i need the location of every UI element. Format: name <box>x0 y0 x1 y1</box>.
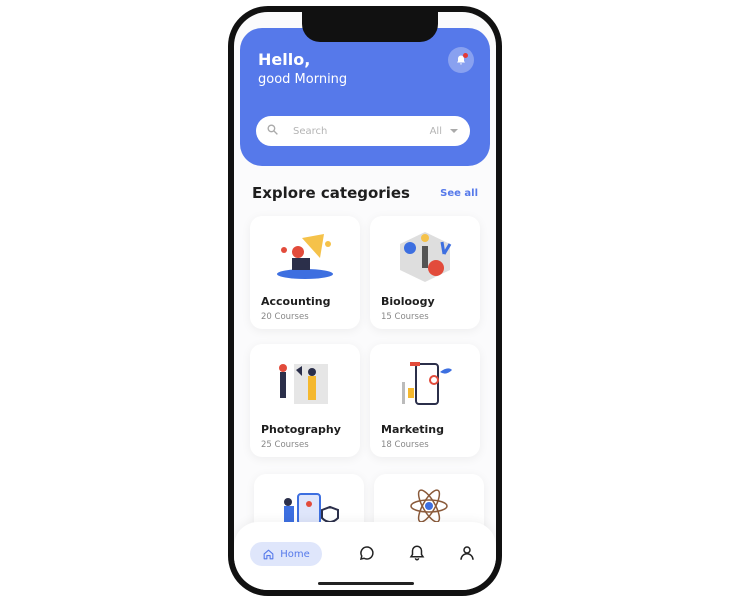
header: Hello, good Morning Search All <box>240 28 490 166</box>
category-count: 25 Courses <box>261 440 309 450</box>
search-icon <box>266 123 279 140</box>
profile-icon[interactable] <box>458 544 476 562</box>
nav-home-label: Home <box>280 548 310 560</box>
biology-illustration <box>400 232 452 282</box>
home-icon <box>263 549 274 559</box>
app-screen: Hello, good Morning Search All Explore c… <box>234 12 496 590</box>
category-title: Accounting <box>261 295 331 308</box>
category-title: Marketing <box>381 423 445 436</box>
category-count: 15 Courses <box>381 312 429 322</box>
search-bar[interactable]: Search All <box>256 116 470 146</box>
category-title: Photography <box>261 423 341 436</box>
filter-select[interactable]: All <box>430 126 442 137</box>
category-count: 20 Courses <box>261 312 309 322</box>
notification-dot <box>463 53 468 58</box>
section-title: Explore categories <box>252 184 410 202</box>
notch <box>302 12 438 42</box>
bell-icon[interactable] <box>408 544 426 562</box>
category-count: 18 Courses <box>381 440 429 450</box>
category-card-photography[interactable]: Photography 25 Courses <box>250 344 360 457</box>
accounting-illustration <box>277 234 333 279</box>
home-indicator <box>318 582 414 585</box>
category-card-biology[interactable]: Bioloogy 15 Courses <box>370 216 480 329</box>
chevron-down-icon[interactable] <box>450 129 458 133</box>
bottom-nav: Home <box>234 522 496 590</box>
category-title: Bioloogy <box>381 295 435 308</box>
subgreeting: good Morning <box>258 72 348 87</box>
marketing-illustration <box>402 362 452 405</box>
notification-button[interactable] <box>448 47 474 73</box>
phone-frame: Hello, good Morning Search All Explore c… <box>228 6 502 596</box>
chat-icon[interactable] <box>358 544 376 562</box>
see-all-link[interactable]: See all <box>440 188 478 199</box>
search-input[interactable]: Search <box>293 126 430 137</box>
category-card-marketing[interactable]: Marketing 18 Courses <box>370 344 480 457</box>
greeting: Hello, <box>258 50 311 69</box>
category-card-accounting[interactable]: Accounting 20 Courses <box>250 216 360 329</box>
nav-home[interactable]: Home <box>250 542 322 566</box>
photography-illustration <box>279 364 328 404</box>
